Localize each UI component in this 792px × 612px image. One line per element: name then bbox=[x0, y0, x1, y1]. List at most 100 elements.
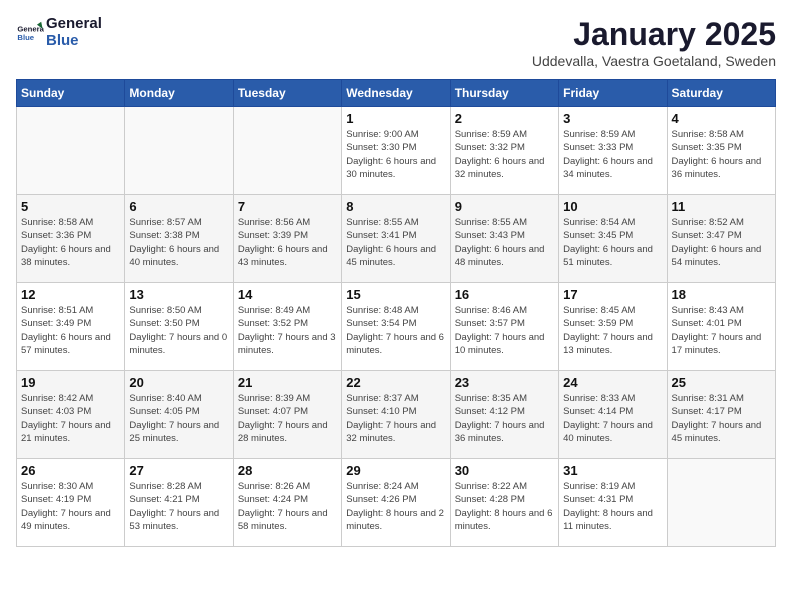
week-row-4: 19Sunrise: 8:42 AM Sunset: 4:03 PM Dayli… bbox=[17, 371, 776, 459]
day-number: 9 bbox=[455, 199, 554, 214]
calendar-body: 1 Sunrise: 9:00 AM Sunset: 3:30 PM Daylig… bbox=[17, 107, 776, 547]
weekday-header-tuesday: Tuesday bbox=[233, 80, 341, 107]
day-number: 12 bbox=[21, 287, 120, 302]
day-info: Sunrise: 8:33 AM Sunset: 4:14 PM Dayligh… bbox=[563, 392, 662, 445]
calendar-cell: 30 Sunrise: 8:22 AM Sunset: 4:28 PM Dayli… bbox=[450, 459, 558, 547]
day-info: Sunrise: 8:59 AM Sunset: 3:32 PM Dayligh… bbox=[455, 128, 554, 181]
calendar-cell: 25Sunrise: 8:31 AM Sunset: 4:17 PM Dayli… bbox=[667, 371, 775, 459]
day-number: 28 bbox=[238, 463, 337, 478]
day-number: 3 bbox=[563, 111, 662, 126]
calendar-cell: 1 Sunrise: 9:00 AM Sunset: 3:30 PM Daylig… bbox=[342, 107, 450, 195]
day-number: 16 bbox=[455, 287, 554, 302]
day-info: Sunrise: 8:48 AM Sunset: 3:54 PM Dayligh… bbox=[346, 304, 445, 357]
day-info: Sunrise: 8:57 AM Sunset: 3:38 PM Dayligh… bbox=[129, 216, 228, 269]
week-row-3: 12 Sunrise: 8:51 AM Sunset: 3:49 PM Dayli… bbox=[17, 283, 776, 371]
day-info: Sunrise: 8:50 AM Sunset: 3:50 PM Dayligh… bbox=[129, 304, 228, 357]
week-row-1: 1 Sunrise: 9:00 AM Sunset: 3:30 PM Daylig… bbox=[17, 107, 776, 195]
day-info: Sunrise: 8:56 AM Sunset: 3:39 PM Dayligh… bbox=[238, 216, 337, 269]
day-number: 11 bbox=[672, 199, 771, 214]
calendar-cell: 14Sunrise: 8:49 AM Sunset: 3:52 PM Dayli… bbox=[233, 283, 341, 371]
day-info: Sunrise: 8:30 AM Sunset: 4:19 PM Dayligh… bbox=[21, 480, 120, 533]
calendar-cell: 2 Sunrise: 8:59 AM Sunset: 3:32 PM Daylig… bbox=[450, 107, 558, 195]
day-info: Sunrise: 8:24 AM Sunset: 4:26 PM Dayligh… bbox=[346, 480, 445, 533]
day-info: Sunrise: 8:39 AM Sunset: 4:07 PM Dayligh… bbox=[238, 392, 337, 445]
day-info: Sunrise: 8:37 AM Sunset: 4:10 PM Dayligh… bbox=[346, 392, 445, 445]
subtitle: Uddevalla, Vaestra Goetaland, Sweden bbox=[532, 53, 776, 69]
calendar-cell bbox=[233, 107, 341, 195]
day-number: 17 bbox=[563, 287, 662, 302]
day-number: 24 bbox=[563, 375, 662, 390]
calendar-cell: 16Sunrise: 8:46 AM Sunset: 3:57 PM Dayli… bbox=[450, 283, 558, 371]
day-number: 18 bbox=[672, 287, 771, 302]
calendar-cell bbox=[667, 459, 775, 547]
day-number: 10 bbox=[563, 199, 662, 214]
calendar-cell: 31 Sunrise: 8:19 AM Sunset: 4:31 PM Dayli… bbox=[559, 459, 667, 547]
day-info: Sunrise: 8:58 AM Sunset: 3:35 PM Dayligh… bbox=[672, 128, 771, 181]
calendar-cell: 21 Sunrise: 8:39 AM Sunset: 4:07 PM Dayli… bbox=[233, 371, 341, 459]
weekday-header-row: SundayMondayTuesdayWednesdayThursdayFrid… bbox=[17, 80, 776, 107]
day-number: 21 bbox=[238, 375, 337, 390]
day-info: Sunrise: 8:55 AM Sunset: 3:41 PM Dayligh… bbox=[346, 216, 445, 269]
calendar-cell: 28Sunrise: 8:26 AM Sunset: 4:24 PM Dayli… bbox=[233, 459, 341, 547]
calendar-cell: 7 Sunrise: 8:56 AM Sunset: 3:39 PM Daylig… bbox=[233, 195, 341, 283]
weekday-header-friday: Friday bbox=[559, 80, 667, 107]
day-number: 14 bbox=[238, 287, 337, 302]
calendar-cell: 8 Sunrise: 8:55 AM Sunset: 3:41 PM Daylig… bbox=[342, 195, 450, 283]
logo: General Blue General Blue bbox=[16, 16, 102, 49]
calendar-cell: 27Sunrise: 8:28 AM Sunset: 4:21 PM Dayli… bbox=[125, 459, 233, 547]
day-number: 6 bbox=[129, 199, 228, 214]
day-number: 4 bbox=[672, 111, 771, 126]
calendar-table: SundayMondayTuesdayWednesdayThursdayFrid… bbox=[16, 79, 776, 547]
day-number: 19 bbox=[21, 375, 120, 390]
month-title: January 2025 bbox=[532, 16, 776, 53]
day-info: Sunrise: 8:59 AM Sunset: 3:33 PM Dayligh… bbox=[563, 128, 662, 181]
week-row-2: 5 Sunrise: 8:58 AM Sunset: 3:36 PM Daylig… bbox=[17, 195, 776, 283]
day-number: 1 bbox=[346, 111, 445, 126]
calendar-cell: 3 Sunrise: 8:59 AM Sunset: 3:33 PM Daylig… bbox=[559, 107, 667, 195]
day-info: Sunrise: 8:58 AM Sunset: 3:36 PM Dayligh… bbox=[21, 216, 120, 269]
day-info: Sunrise: 8:19 AM Sunset: 4:31 PM Dayligh… bbox=[563, 480, 662, 533]
calendar-cell: 4 Sunrise: 8:58 AM Sunset: 3:35 PM Daylig… bbox=[667, 107, 775, 195]
calendar-cell: 9 Sunrise: 8:55 AM Sunset: 3:43 PM Daylig… bbox=[450, 195, 558, 283]
day-info: Sunrise: 8:45 AM Sunset: 3:59 PM Dayligh… bbox=[563, 304, 662, 357]
calendar-cell: 17 Sunrise: 8:45 AM Sunset: 3:59 PM Dayli… bbox=[559, 283, 667, 371]
day-info: Sunrise: 8:43 AM Sunset: 4:01 PM Dayligh… bbox=[672, 304, 771, 357]
calendar-cell: 18 Sunrise: 8:43 AM Sunset: 4:01 PM Dayli… bbox=[667, 283, 775, 371]
svg-text:Blue: Blue bbox=[17, 33, 34, 42]
day-number: 30 bbox=[455, 463, 554, 478]
day-info: Sunrise: 8:54 AM Sunset: 3:45 PM Dayligh… bbox=[563, 216, 662, 269]
calendar-cell: 10 Sunrise: 8:54 AM Sunset: 3:45 PM Dayli… bbox=[559, 195, 667, 283]
logo-text: General Blue bbox=[46, 16, 102, 49]
day-number: 20 bbox=[129, 375, 228, 390]
day-number: 7 bbox=[238, 199, 337, 214]
day-number: 8 bbox=[346, 199, 445, 214]
day-number: 2 bbox=[455, 111, 554, 126]
day-number: 23 bbox=[455, 375, 554, 390]
day-number: 5 bbox=[21, 199, 120, 214]
day-number: 25 bbox=[672, 375, 771, 390]
weekday-header-sunday: Sunday bbox=[17, 80, 125, 107]
calendar-cell: 22Sunrise: 8:37 AM Sunset: 4:10 PM Dayli… bbox=[342, 371, 450, 459]
title-area: January 2025 Uddevalla, Vaestra Goetalan… bbox=[532, 16, 776, 69]
day-info: Sunrise: 8:55 AM Sunset: 3:43 PM Dayligh… bbox=[455, 216, 554, 269]
calendar-cell bbox=[17, 107, 125, 195]
calendar-cell bbox=[125, 107, 233, 195]
day-info: Sunrise: 9:00 AM Sunset: 3:30 PM Dayligh… bbox=[346, 128, 445, 181]
calendar-cell: 12 Sunrise: 8:51 AM Sunset: 3:49 PM Dayli… bbox=[17, 283, 125, 371]
calendar-cell: 23 Sunrise: 8:35 AM Sunset: 4:12 PM Dayli… bbox=[450, 371, 558, 459]
day-info: Sunrise: 8:51 AM Sunset: 3:49 PM Dayligh… bbox=[21, 304, 120, 357]
calendar-cell: 13Sunrise: 8:50 AM Sunset: 3:50 PM Dayli… bbox=[125, 283, 233, 371]
day-info: Sunrise: 8:40 AM Sunset: 4:05 PM Dayligh… bbox=[129, 392, 228, 445]
day-info: Sunrise: 8:22 AM Sunset: 4:28 PM Dayligh… bbox=[455, 480, 554, 533]
calendar-cell: 11 Sunrise: 8:52 AM Sunset: 3:47 PM Dayli… bbox=[667, 195, 775, 283]
calendar-cell: 24 Sunrise: 8:33 AM Sunset: 4:14 PM Dayli… bbox=[559, 371, 667, 459]
weekday-header-saturday: Saturday bbox=[667, 80, 775, 107]
day-number: 15 bbox=[346, 287, 445, 302]
calendar-cell: 19Sunrise: 8:42 AM Sunset: 4:03 PM Dayli… bbox=[17, 371, 125, 459]
day-info: Sunrise: 8:35 AM Sunset: 4:12 PM Dayligh… bbox=[455, 392, 554, 445]
weekday-header-monday: Monday bbox=[125, 80, 233, 107]
week-row-5: 26Sunrise: 8:30 AM Sunset: 4:19 PM Dayli… bbox=[17, 459, 776, 547]
day-number: 31 bbox=[563, 463, 662, 478]
day-info: Sunrise: 8:52 AM Sunset: 3:47 PM Dayligh… bbox=[672, 216, 771, 269]
calendar-cell: 5 Sunrise: 8:58 AM Sunset: 3:36 PM Daylig… bbox=[17, 195, 125, 283]
